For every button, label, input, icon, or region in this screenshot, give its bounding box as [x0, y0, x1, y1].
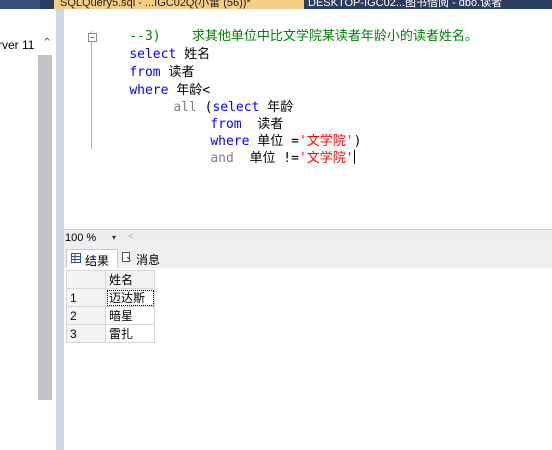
- tab-sqlquery5-label: SQLQuery5.sql - ...IGC02Q(小雷 (56))*: [60, 0, 251, 9]
- query-editor[interactable]: − --3) 求其他单位中比文学院某读者年龄小的读者姓名。 select 姓名 …: [64, 9, 552, 229]
- object-explorer: rver 11 ^: [0, 9, 56, 450]
- table-row[interactable]: 3 雷扎: [66, 324, 155, 343]
- code-line-8: and 单位 !='文学院': [179, 133, 355, 184]
- collapse-region-icon[interactable]: −: [88, 33, 97, 42]
- table-row[interactable]: 1 迈达斯: [66, 288, 155, 307]
- grid-header-row: 姓名: [66, 270, 155, 289]
- tab-results[interactable]: 结果: [66, 249, 118, 269]
- string-literal: '文学院': [298, 151, 354, 166]
- row-number[interactable]: 1: [66, 288, 106, 307]
- grid-cell-name[interactable]: 迈达斯: [105, 288, 155, 307]
- document-tab-strip: SQLQuery5.sql - ...IGC02Q(小雷 (56))* ✕ DE…: [0, 0, 552, 9]
- column-header-name[interactable]: 姓名: [105, 270, 155, 289]
- results-grid[interactable]: 姓名 1 迈达斯 2 暗星 3 雷扎: [66, 270, 155, 343]
- grid-cell-name[interactable]: 雷扎: [105, 324, 155, 343]
- tab-messages-label: 消息: [136, 253, 161, 267]
- table-row[interactable]: 2 暗星: [66, 306, 155, 325]
- paren-text: ): [353, 134, 362, 149]
- editor-status-bar: 100 % ▾ <: [64, 229, 552, 247]
- condition-text: 单位 !=: [233, 151, 299, 166]
- row-number[interactable]: 2: [66, 306, 106, 325]
- results-grid-area[interactable]: 姓名 1 迈达斯 2 暗星 3 雷扎: [64, 268, 552, 450]
- scroll-left-icon[interactable]: <: [128, 232, 133, 242]
- message-icon: [122, 252, 132, 262]
- tab-table-reader-label: DESKTOP-IGC02...图书借阅 - dbo.读者: [308, 0, 503, 9]
- zoom-value: 100 %: [65, 232, 97, 244]
- pane-divider[interactable]: [56, 9, 64, 450]
- zoom-dropdown[interactable]: 100 % ▾: [64, 231, 120, 245]
- tab-strip-left-segment: [0, 0, 40, 9]
- close-tab-icon[interactable]: ✕: [287, 0, 295, 3]
- server-node-label: rver 11: [0, 38, 35, 52]
- results-tab-bar: 结果 消息: [64, 247, 552, 269]
- chevron-down-icon: ▾: [112, 233, 117, 242]
- outline-guide-line: [91, 31, 92, 149]
- keyword-and: and: [210, 151, 234, 166]
- grid-corner-cell[interactable]: [66, 270, 106, 289]
- grid-icon: [71, 253, 81, 263]
- collapse-chevron-icon[interactable]: ^: [44, 37, 50, 48]
- object-explorer-scrollbar[interactable]: [38, 55, 52, 400]
- row-number[interactable]: 3: [66, 324, 106, 343]
- tab-sqlquery5[interactable]: SQLQuery5.sql - ...IGC02Q(小雷 (56))* ✕: [54, 0, 304, 9]
- text-caret: [353, 150, 355, 164]
- grid-cell-name[interactable]: 暗星: [105, 306, 155, 325]
- tab-table-reader[interactable]: DESKTOP-IGC02...图书借阅 - dbo.读者: [308, 0, 552, 9]
- tab-results-label: 结果: [85, 254, 110, 268]
- tab-messages[interactable]: 消息: [118, 249, 166, 268]
